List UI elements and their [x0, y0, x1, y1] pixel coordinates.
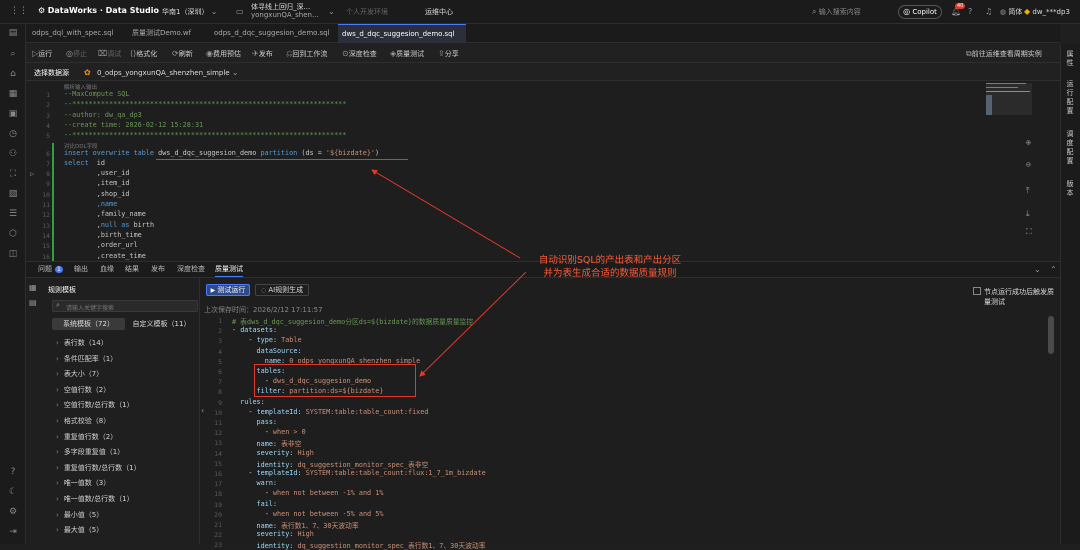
arrow-to-yaml: [419, 271, 527, 377]
arrow-to-sql: [371, 169, 521, 259]
annotation-arrows: [371, 169, 527, 377]
